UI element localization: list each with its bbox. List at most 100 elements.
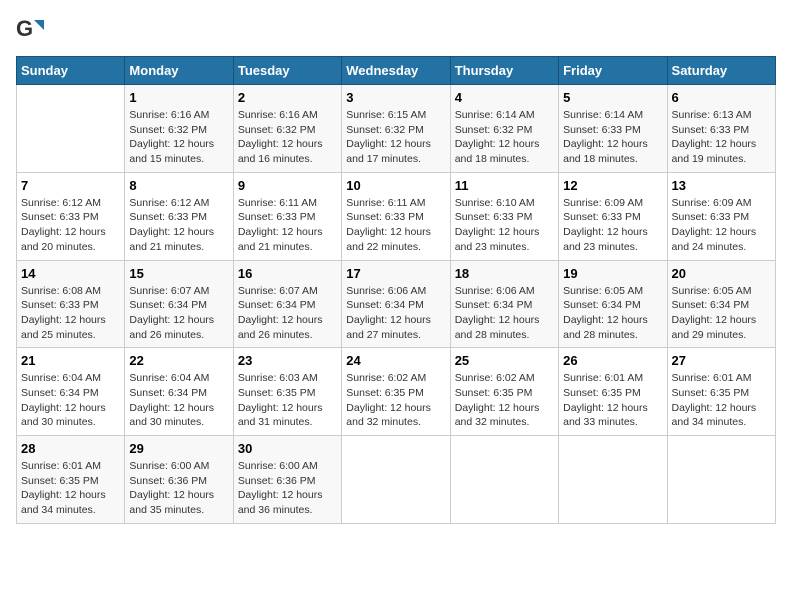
day-number: 20: [672, 266, 771, 281]
calendar-cell: [450, 436, 558, 524]
week-row-4: 28 Sunrise: 6:01 AM Sunset: 6:35 PM Dayli…: [17, 436, 776, 524]
day-info: Sunrise: 6:05 AM Sunset: 6:34 PM Dayligh…: [563, 284, 662, 343]
day-info: Sunrise: 6:06 AM Sunset: 6:34 PM Dayligh…: [455, 284, 554, 343]
day-number: 17: [346, 266, 445, 281]
day-number: 10: [346, 178, 445, 193]
day-info: Sunrise: 6:04 AM Sunset: 6:34 PM Dayligh…: [129, 371, 228, 430]
day-info: Sunrise: 6:00 AM Sunset: 6:36 PM Dayligh…: [129, 459, 228, 518]
header-thursday: Thursday: [450, 57, 558, 85]
calendar-cell: 14Sunrise: 6:08 AM Sunset: 6:33 PM Dayli…: [17, 260, 125, 348]
day-number: 4: [455, 90, 554, 105]
calendar-cell: 20Sunrise: 6:05 AM Sunset: 6:34 PM Dayli…: [667, 260, 775, 348]
header-row: SundayMondayTuesdayWednesdayThursdayFrid…: [17, 57, 776, 85]
day-info: Sunrise: 6:03 AM Sunset: 6:35 PM Dayligh…: [238, 371, 337, 430]
calendar-cell: 26 Sunrise: 6:01 AM Sunset: 6:35 PM Dayli…: [559, 348, 667, 436]
day-number: 13: [672, 178, 771, 193]
day-info: Sunrise: 6:01 AM Sunset: 6:35 PM Dayligh…: [21, 459, 120, 518]
calendar-cell: 22 Sunrise: 6:04 AM Sunset: 6:34 PM Dayli…: [125, 348, 233, 436]
day-number: 25: [455, 353, 554, 368]
day-number: 1: [129, 90, 228, 105]
day-number: 6: [672, 90, 771, 105]
calendar-cell: [667, 436, 775, 524]
day-number: 18: [455, 266, 554, 281]
calendar-cell: 8 Sunrise: 6:12 AM Sunset: 6:33 PM Daylig…: [125, 172, 233, 260]
day-info: Sunrise: 6:12 AM Sunset: 6:33 PM Dayligh…: [129, 196, 228, 255]
calendar-cell: 29 Sunrise: 6:00 AM Sunset: 6:36 PM Dayli…: [125, 436, 233, 524]
day-info: Sunrise: 6:16 AM Sunset: 6:32 PM Dayligh…: [129, 108, 228, 167]
calendar-cell: 9 Sunrise: 6:11 AM Sunset: 6:33 PM Daylig…: [233, 172, 341, 260]
day-info: Sunrise: 6:15 AM Sunset: 6:32 PM Dayligh…: [346, 108, 445, 167]
day-info: Sunrise: 6:09 AM Sunset: 6:33 PM Dayligh…: [672, 196, 771, 255]
calendar-cell: 30Sunrise: 6:00 AM Sunset: 6:36 PM Dayli…: [233, 436, 341, 524]
calendar-cell: 13 Sunrise: 6:09 AM Sunset: 6:33 PM Dayli…: [667, 172, 775, 260]
calendar-cell: 2Sunrise: 6:16 AM Sunset: 6:32 PM Daylig…: [233, 85, 341, 173]
page-header: G: [16, 16, 776, 44]
calendar-cell: 4 Sunrise: 6:14 AM Sunset: 6:32 PM Daylig…: [450, 85, 558, 173]
day-info: Sunrise: 6:04 AM Sunset: 6:34 PM Dayligh…: [21, 371, 120, 430]
calendar-cell: 7 Sunrise: 6:12 AM Sunset: 6:33 PM Daylig…: [17, 172, 125, 260]
calendar-cell: 23Sunrise: 6:03 AM Sunset: 6:35 PM Dayli…: [233, 348, 341, 436]
svg-text:G: G: [16, 16, 33, 41]
day-number: 8: [129, 178, 228, 193]
day-info: Sunrise: 6:07 AM Sunset: 6:34 PM Dayligh…: [129, 284, 228, 343]
header-wednesday: Wednesday: [342, 57, 450, 85]
day-info: Sunrise: 6:12 AM Sunset: 6:33 PM Dayligh…: [21, 196, 120, 255]
calendar-cell: 6 Sunrise: 6:13 AM Sunset: 6:33 PM Daylig…: [667, 85, 775, 173]
day-number: 19: [563, 266, 662, 281]
day-info: Sunrise: 6:11 AM Sunset: 6:33 PM Dayligh…: [346, 196, 445, 255]
header-friday: Friday: [559, 57, 667, 85]
day-number: 22: [129, 353, 228, 368]
calendar-cell: [342, 436, 450, 524]
day-number: 5: [563, 90, 662, 105]
day-number: 3: [346, 90, 445, 105]
day-info: Sunrise: 6:14 AM Sunset: 6:33 PM Dayligh…: [563, 108, 662, 167]
day-info: Sunrise: 6:13 AM Sunset: 6:33 PM Dayligh…: [672, 108, 771, 167]
day-info: Sunrise: 6:14 AM Sunset: 6:32 PM Dayligh…: [455, 108, 554, 167]
day-info: Sunrise: 6:10 AM Sunset: 6:33 PM Dayligh…: [455, 196, 554, 255]
calendar-cell: 24Sunrise: 6:02 AM Sunset: 6:35 PM Dayli…: [342, 348, 450, 436]
day-info: Sunrise: 6:01 AM Sunset: 6:35 PM Dayligh…: [563, 371, 662, 430]
day-number: 21: [21, 353, 120, 368]
day-number: 14: [21, 266, 120, 281]
calendar-cell: 25 Sunrise: 6:02 AM Sunset: 6:35 PM Dayli…: [450, 348, 558, 436]
calendar-cell: 15 Sunrise: 6:07 AM Sunset: 6:34 PM Dayli…: [125, 260, 233, 348]
calendar-table: SundayMondayTuesdayWednesdayThursdayFrid…: [16, 56, 776, 524]
week-row-3: 21 Sunrise: 6:04 AM Sunset: 6:34 PM Dayli…: [17, 348, 776, 436]
calendar-cell: [559, 436, 667, 524]
calendar-cell: 21 Sunrise: 6:04 AM Sunset: 6:34 PM Dayli…: [17, 348, 125, 436]
day-number: 26: [563, 353, 662, 368]
day-info: Sunrise: 6:02 AM Sunset: 6:35 PM Dayligh…: [455, 371, 554, 430]
day-number: 11: [455, 178, 554, 193]
calendar-body: 1 Sunrise: 6:16 AM Sunset: 6:32 PM Daylig…: [17, 85, 776, 524]
week-row-2: 14Sunrise: 6:08 AM Sunset: 6:33 PM Dayli…: [17, 260, 776, 348]
calendar-cell: 11 Sunrise: 6:10 AM Sunset: 6:33 PM Dayli…: [450, 172, 558, 260]
calendar-cell: 10 Sunrise: 6:11 AM Sunset: 6:33 PM Dayli…: [342, 172, 450, 260]
calendar-cell: 28 Sunrise: 6:01 AM Sunset: 6:35 PM Dayli…: [17, 436, 125, 524]
day-number: 15: [129, 266, 228, 281]
day-number: 29: [129, 441, 228, 456]
calendar-cell: 5 Sunrise: 6:14 AM Sunset: 6:33 PM Daylig…: [559, 85, 667, 173]
header-monday: Monday: [125, 57, 233, 85]
calendar-cell: 16Sunrise: 6:07 AM Sunset: 6:34 PM Dayli…: [233, 260, 341, 348]
week-row-1: 7 Sunrise: 6:12 AM Sunset: 6:33 PM Daylig…: [17, 172, 776, 260]
day-number: 16: [238, 266, 337, 281]
calendar-cell: 19 Sunrise: 6:05 AM Sunset: 6:34 PM Dayli…: [559, 260, 667, 348]
day-info: Sunrise: 6:06 AM Sunset: 6:34 PM Dayligh…: [346, 284, 445, 343]
week-row-0: 1 Sunrise: 6:16 AM Sunset: 6:32 PM Daylig…: [17, 85, 776, 173]
calendar-cell: 1 Sunrise: 6:16 AM Sunset: 6:32 PM Daylig…: [125, 85, 233, 173]
calendar-cell: [17, 85, 125, 173]
header-tuesday: Tuesday: [233, 57, 341, 85]
day-number: 7: [21, 178, 120, 193]
calendar-cell: 18 Sunrise: 6:06 AM Sunset: 6:34 PM Dayli…: [450, 260, 558, 348]
day-info: Sunrise: 6:09 AM Sunset: 6:33 PM Dayligh…: [563, 196, 662, 255]
day-number: 30: [238, 441, 337, 456]
day-number: 12: [563, 178, 662, 193]
calendar-header: SundayMondayTuesdayWednesdayThursdayFrid…: [17, 57, 776, 85]
day-number: 9: [238, 178, 337, 193]
logo-icon: G: [16, 16, 44, 44]
day-info: Sunrise: 6:16 AM Sunset: 6:32 PM Dayligh…: [238, 108, 337, 167]
day-info: Sunrise: 6:11 AM Sunset: 6:33 PM Dayligh…: [238, 196, 337, 255]
day-info: Sunrise: 6:01 AM Sunset: 6:35 PM Dayligh…: [672, 371, 771, 430]
day-number: 28: [21, 441, 120, 456]
day-number: 24: [346, 353, 445, 368]
